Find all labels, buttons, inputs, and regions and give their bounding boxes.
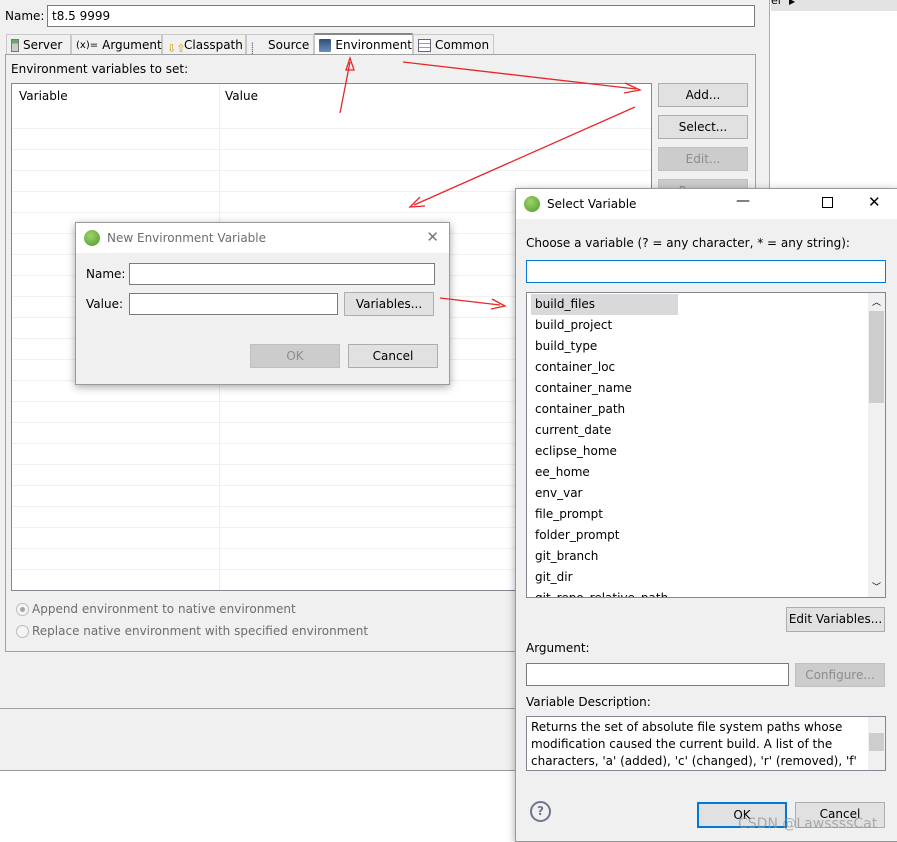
arrow-to-add-button: [402, 61, 643, 94]
annotation-arrows: [339, 55, 643, 310]
arrow-to-new-dialog: [408, 106, 636, 208]
watermark: CSDN @LawssssCat: [738, 816, 878, 832]
arrow-to-environment-tab: [339, 55, 355, 114]
arrow-to-select-dialog: [439, 297, 507, 310]
